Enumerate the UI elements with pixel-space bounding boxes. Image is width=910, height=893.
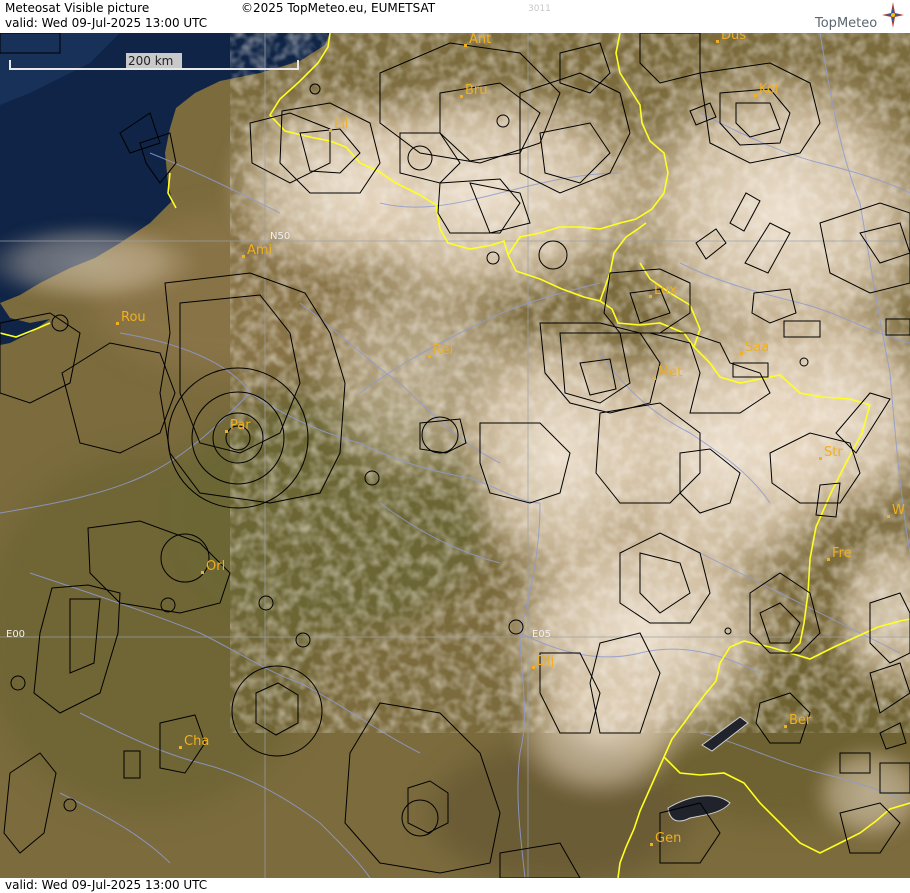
city-dot bbox=[650, 843, 653, 846]
city-label: Rou bbox=[121, 310, 146, 325]
city-label: Rei bbox=[433, 343, 453, 358]
city-saa: Saa bbox=[740, 340, 769, 355]
grid-label-n50: N50 bbox=[270, 231, 290, 242]
cloud-speckle bbox=[230, 33, 910, 733]
map-frame: Meteosat Visible picture valid: Wed 09-J… bbox=[0, 0, 910, 893]
copyright: ©2025 TopMeteo.eu, EUMETSAT bbox=[241, 1, 436, 15]
city-label: Köl bbox=[759, 82, 778, 97]
footer-valid-time: valid: Wed 09-Jul-2025 13:00 UTC bbox=[5, 878, 208, 892]
city-label: Saa bbox=[745, 340, 769, 355]
city-label: Bru bbox=[465, 83, 488, 98]
city-label: Orl bbox=[206, 559, 225, 574]
city-met: Met bbox=[653, 365, 682, 380]
satellite-map[interactable]: N50 E00 E05 200 km Ant DüsBru KölLilAmiR… bbox=[0, 33, 910, 878]
city-dot bbox=[649, 295, 652, 298]
city-dot bbox=[819, 457, 822, 460]
footer-bar: valid: Wed 09-Jul-2025 13:00 UTC bbox=[0, 878, 910, 893]
city-dot bbox=[428, 355, 431, 358]
city-label: Ami bbox=[247, 243, 272, 258]
city-dot bbox=[464, 44, 467, 47]
compass-star-icon bbox=[882, 2, 904, 28]
city-label: Par bbox=[230, 418, 251, 433]
grid-label-e00: E00 bbox=[6, 629, 25, 640]
city-ber: Ber bbox=[784, 713, 812, 728]
city-label: Düs bbox=[721, 33, 746, 43]
city-dot bbox=[887, 515, 890, 518]
city-dot bbox=[242, 255, 245, 258]
brand-logo: TopMeteo bbox=[815, 16, 878, 31]
city-lux: Lux bbox=[649, 283, 677, 298]
city-label: Ber bbox=[789, 713, 812, 728]
city-dot bbox=[754, 94, 757, 97]
scale-label: 200 km bbox=[128, 54, 173, 68]
city-dot bbox=[329, 129, 332, 132]
city-dot bbox=[225, 430, 228, 433]
city-label: Dij bbox=[537, 654, 554, 669]
city-label: Lil bbox=[334, 117, 348, 132]
city-label: Cha bbox=[184, 734, 209, 749]
city-label: Ant bbox=[469, 33, 491, 47]
product-title: Meteosat Visible picture bbox=[5, 1, 150, 15]
city-label: Lux bbox=[654, 283, 677, 298]
city-ant: Ant bbox=[464, 33, 491, 47]
image-code: 3011 bbox=[528, 4, 551, 14]
city-label: Fre bbox=[832, 546, 852, 561]
grid-label-e05: E05 bbox=[532, 629, 551, 640]
city-dot bbox=[460, 95, 463, 98]
city-düs: Düs bbox=[716, 33, 746, 43]
city-dot bbox=[784, 725, 787, 728]
city-rou: Rou bbox=[116, 310, 146, 325]
city-label: W bbox=[892, 503, 905, 518]
city-dot bbox=[740, 352, 743, 355]
city-dot bbox=[179, 746, 182, 749]
city-dot bbox=[201, 571, 204, 574]
city-dot bbox=[716, 40, 719, 43]
city-dot bbox=[653, 377, 656, 380]
city-cha: Cha bbox=[179, 734, 209, 749]
city-label: Str bbox=[824, 445, 843, 460]
city-ami: Ami bbox=[242, 243, 272, 258]
valid-time: valid: Wed 09-Jul-2025 13:00 UTC bbox=[5, 16, 208, 30]
city-dot bbox=[532, 666, 535, 669]
city-dot bbox=[827, 558, 830, 561]
city-label: Met bbox=[658, 365, 682, 380]
city-bru: Bru bbox=[460, 83, 488, 98]
header-bar: Meteosat Visible picture valid: Wed 09-J… bbox=[0, 0, 910, 33]
city-dot bbox=[116, 322, 119, 325]
city-label: Gen bbox=[655, 831, 681, 846]
city-gen: Gen bbox=[650, 831, 681, 846]
